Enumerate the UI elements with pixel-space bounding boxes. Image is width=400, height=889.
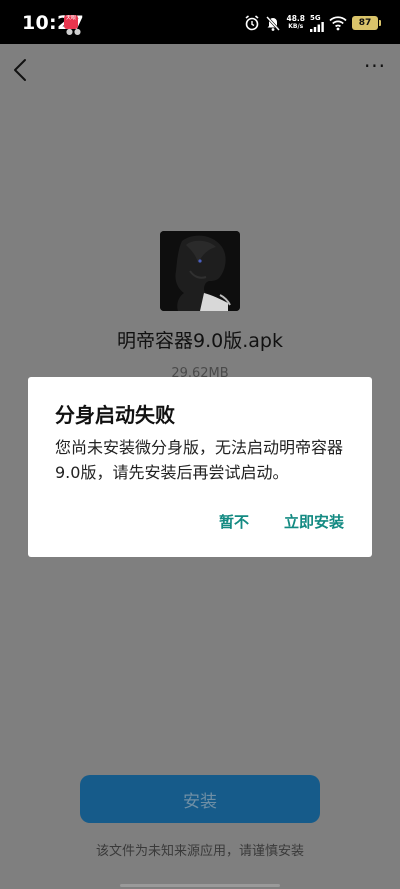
network-type-label: 5G xyxy=(310,14,321,22)
install-now-button[interactable]: 立即安装 xyxy=(284,511,344,532)
battery-icon: 87 xyxy=(352,16,381,30)
status-bar: 10:27 天眼 ●● 48.8 KB/s 5G 87 xyxy=(0,0,400,44)
mute-icon xyxy=(266,16,281,31)
app-name: 明帝容器9.0版.apk xyxy=(117,330,283,352)
not-now-button[interactable]: 暂不 xyxy=(219,511,249,532)
install-button[interactable]: 安装 xyxy=(80,775,320,823)
battery-level: 87 xyxy=(358,18,372,28)
launch-failed-dialog: 分身启动失败 您尚未安装微分身版，无法启动明帝容器9.0版，请先安装后再尝试启动… xyxy=(28,377,372,557)
net-speed: 48.8 KB/s xyxy=(286,15,305,31)
app-icon xyxy=(160,231,240,311)
net-speed-value: 48.8 xyxy=(286,14,305,23)
app-icon-image xyxy=(160,231,240,311)
notification-dots: ●● xyxy=(66,27,82,36)
status-icons: 48.8 KB/s 5G 87 xyxy=(244,12,381,34)
dialog-title: 分身启动失败 xyxy=(55,403,175,427)
signal-icon xyxy=(310,22,324,32)
alarm-icon xyxy=(245,15,259,31)
more-options-button[interactable]: ··· xyxy=(360,56,390,82)
back-button[interactable] xyxy=(8,52,36,88)
unknown-source-warning: 该文件为未知来源应用，请谨慎安装 xyxy=(95,844,304,859)
network-type: 5G xyxy=(310,14,324,32)
wifi-icon xyxy=(329,16,347,31)
dialog-message: 您尚未安装微分身版，无法启动明帝容器9.0版，请先安装后再尝试启动。 xyxy=(55,438,344,482)
chevron-left-icon xyxy=(14,59,26,81)
net-speed-unit: KB/s xyxy=(288,23,304,30)
home-indicator[interactable] xyxy=(120,884,280,887)
